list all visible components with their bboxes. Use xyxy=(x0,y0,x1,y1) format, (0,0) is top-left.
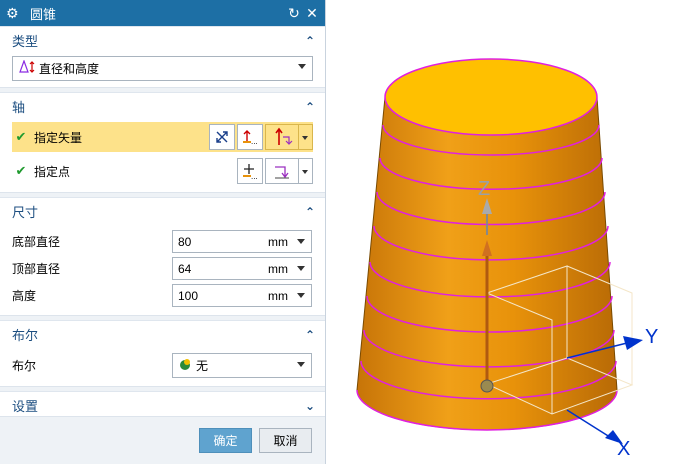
specify-vector-row[interactable]: ✔ 指定矢量 ... xyxy=(12,122,313,152)
x-axis-label: X xyxy=(617,438,631,460)
top-diameter-input[interactable]: 64 mm xyxy=(172,257,312,280)
vector-type-dropdown[interactable] xyxy=(299,124,313,150)
point-dialog-button[interactable]: ... xyxy=(237,158,263,184)
boolean-value: 无 xyxy=(196,358,209,373)
group-header-type[interactable]: 类型 ⌃ xyxy=(0,26,325,54)
group-title-settings: 设置 xyxy=(12,399,39,414)
chevron-down-icon xyxy=(298,64,306,69)
cone-model xyxy=(356,58,643,444)
type-select-value: 直径和高度 xyxy=(39,62,100,76)
z-axis-label: Z xyxy=(478,178,491,200)
specify-point-row[interactable]: ✔ 指定点 ... xyxy=(12,156,313,186)
height-label: 高度 xyxy=(12,289,37,303)
graphics-viewport[interactable]: Z Y X xyxy=(327,0,677,464)
group-header-dimensions[interactable]: 尺寸 ⌃ xyxy=(0,197,325,225)
point-constructor-icon: ... xyxy=(243,164,258,180)
group-header-settings[interactable]: 设置 ⌄ xyxy=(0,391,325,419)
specify-point-label: 指定点 xyxy=(34,164,71,179)
chevron-up-icon: ⌃ xyxy=(304,99,315,114)
height-row: 高度 100 mm xyxy=(12,282,313,309)
chevron-down-icon[interactable] xyxy=(297,293,305,298)
svg-text:...: ... xyxy=(251,137,258,146)
reverse-direction-button[interactable] xyxy=(209,124,235,150)
unit-label: mm xyxy=(268,288,288,303)
chevron-down-icon: ⌄ xyxy=(304,398,315,413)
check-icon: ✔ xyxy=(15,163,27,178)
vector-type-button[interactable] xyxy=(265,124,299,150)
reverse-direction-icon xyxy=(216,131,228,143)
boolean-row: 布尔 无 xyxy=(12,350,313,380)
cancel-button[interactable]: 取消 xyxy=(259,428,312,453)
chevron-down-icon[interactable] xyxy=(297,266,305,271)
z-axis-vector-icon xyxy=(275,127,293,145)
chevron-up-icon: ⌃ xyxy=(304,327,315,342)
unit-label: mm xyxy=(268,234,288,249)
point-type-dropdown[interactable] xyxy=(299,158,313,184)
cone-top-face xyxy=(384,58,598,136)
height-input[interactable]: 100 mm xyxy=(172,284,312,307)
point-type-button[interactable] xyxy=(265,158,299,184)
vector-dialog-button[interactable]: ... xyxy=(237,124,263,150)
cone-type-icon xyxy=(19,59,39,77)
group-body-axis: ✔ 指定矢量 ... ✔ 指定点 ... xyxy=(0,120,325,192)
group-body-boolean: 布尔 无 xyxy=(0,348,325,386)
dialog-title: 圆锥 xyxy=(30,6,57,22)
check-icon: ✔ xyxy=(15,129,27,144)
bottom-diameter-label: 底部直径 xyxy=(12,235,61,249)
bottom-diameter-input[interactable]: 80 mm xyxy=(172,230,312,253)
vector-constructor-icon: ... xyxy=(243,130,258,146)
top-diameter-label: 顶部直径 xyxy=(12,262,61,276)
chevron-down-icon xyxy=(297,361,305,367)
svg-text:...: ... xyxy=(251,172,258,180)
dialog-footer: 确定 取消 xyxy=(0,416,325,464)
field-value: 64 xyxy=(178,261,192,276)
point-type-icon xyxy=(275,166,289,179)
chevron-down-icon[interactable] xyxy=(297,239,305,244)
top-diameter-row: 顶部直径 64 mm xyxy=(12,255,313,282)
origin-point xyxy=(480,379,494,393)
bottom-diameter-row: 底部直径 80 mm xyxy=(12,228,313,255)
chevron-up-icon: ⌃ xyxy=(304,204,315,219)
group-body-dimensions: 底部直径 80 mm 顶部直径 64 mm 高度 100 mm xyxy=(0,225,325,315)
cone-dialog: ⚙ 圆锥 ↻ ✕ 类型 ⌃ 直径和高度 轴 ⌃ ✔ 指定矢量 ... ✔ 指定点… xyxy=(0,0,326,464)
group-title-type: 类型 xyxy=(12,34,39,49)
unit-label: mm xyxy=(268,261,288,276)
boolean-select[interactable]: 无 xyxy=(172,352,312,378)
group-title-dimensions: 尺寸 xyxy=(12,205,39,220)
group-header-boolean[interactable]: 布尔 ⌃ xyxy=(0,320,325,348)
reset-icon[interactable]: ↻ xyxy=(285,5,303,22)
group-title-boolean: 布尔 xyxy=(12,328,39,343)
group-title-axis: 轴 xyxy=(12,100,26,115)
group-header-axis[interactable]: 轴 ⌃ xyxy=(0,92,325,120)
type-select[interactable]: 直径和高度 xyxy=(12,56,313,81)
ok-button[interactable]: 确定 xyxy=(199,428,252,453)
field-value: 100 xyxy=(178,288,199,303)
group-body-type: 直径和高度 xyxy=(0,54,325,87)
boolean-none-icon xyxy=(178,357,196,374)
boolean-label: 布尔 xyxy=(12,358,37,373)
y-axis-label: Y xyxy=(645,326,659,348)
gear-icon[interactable]: ⚙ xyxy=(6,5,22,22)
chevron-up-icon: ⌃ xyxy=(304,33,315,48)
specify-vector-label: 指定矢量 xyxy=(34,130,83,145)
dialog-titlebar: ⚙ 圆锥 ↻ ✕ xyxy=(0,0,325,26)
close-icon[interactable]: ✕ xyxy=(303,5,321,22)
field-value: 80 xyxy=(178,234,192,249)
